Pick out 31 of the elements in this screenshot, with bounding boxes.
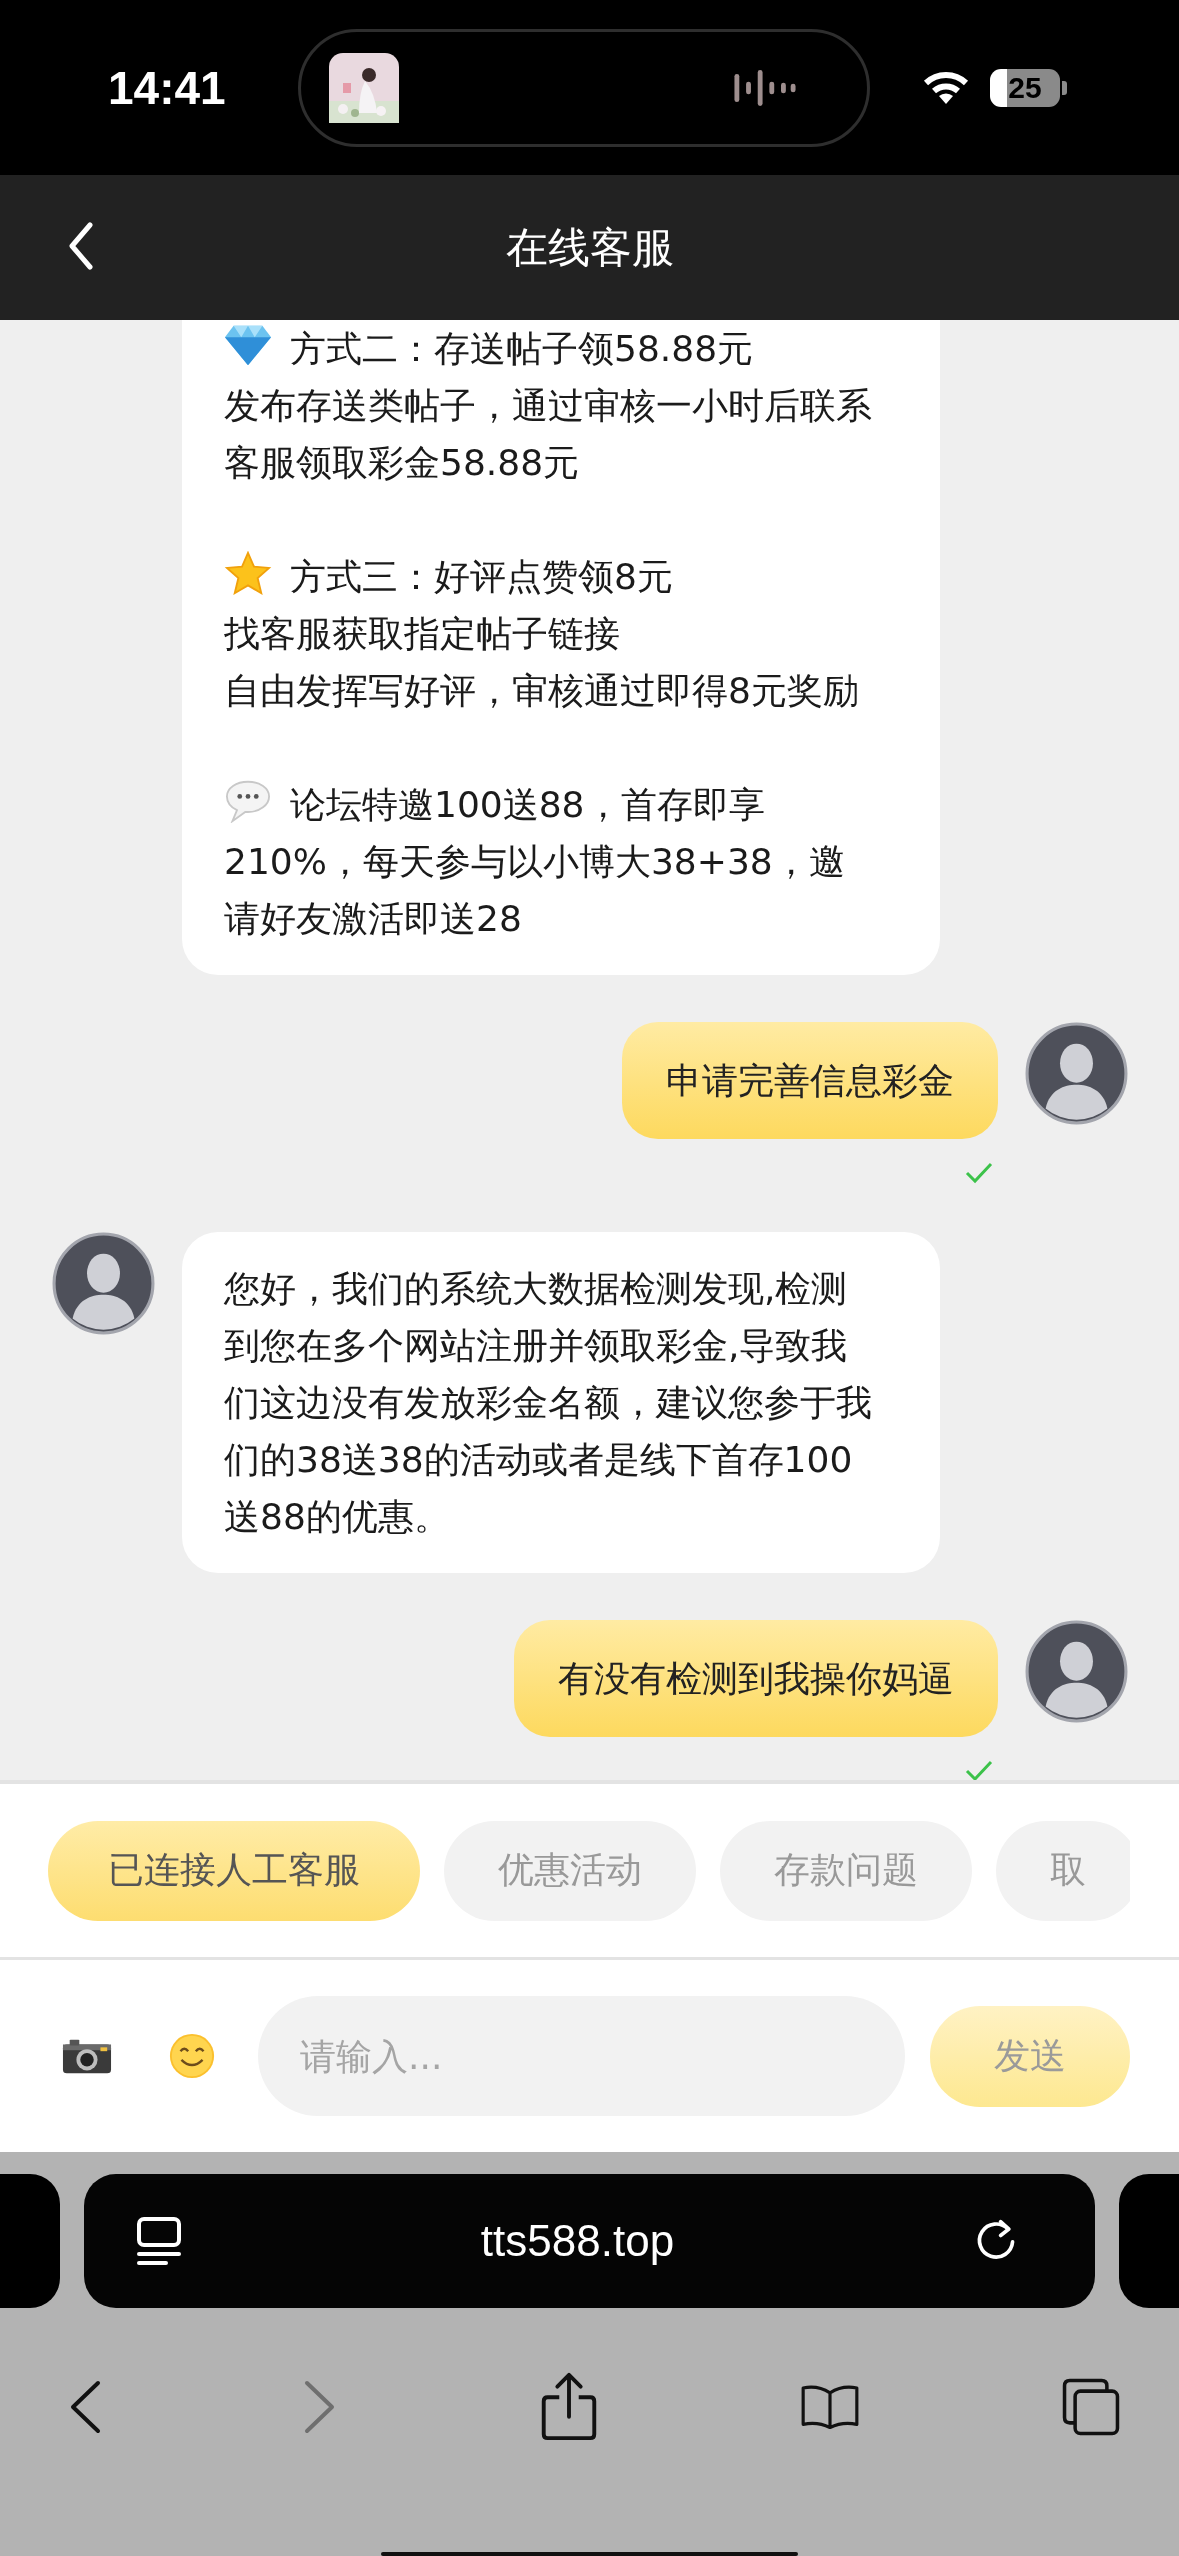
wifi-icon: [922, 69, 970, 106]
back-icon[interactable]: [68, 2379, 102, 2435]
message-text: 自由发挥写好评，审核通过即得8元奖励: [224, 670, 859, 711]
quick-reply-chip[interactable]: 已连接人工客服: [48, 1820, 420, 1921]
message-text: 有没有检测到我操你妈逼: [558, 1658, 954, 1699]
dynamic-island[interactable]: [298, 28, 870, 147]
message-text: 您好，我们的系统大数据检测发现,检测到您在多个网站注册并领取彩金,导致我们这边没有发放彩金名额，建议您参于我们的38送38的活动或者是线下首存100送88的优惠。: [224, 1268, 872, 1537]
waveform-icon: [733, 67, 797, 108]
diamond-icon: [224, 323, 272, 367]
message-text: 方式三：好评点赞领8元: [290, 556, 673, 597]
message-text: 发布存送类帖子，通过审核一小时后联系客服领取彩金58.88元: [224, 385, 872, 483]
message-text: 申请完善信息彩金: [666, 1060, 954, 1101]
tab-preview[interactable]: [1119, 2174, 1179, 2308]
star-icon: [224, 551, 272, 595]
message-input[interactable]: 请输入...: [258, 1996, 905, 2116]
quick-reply-chip[interactable]: 存款问题: [720, 1820, 972, 1921]
page-menu-icon[interactable]: [136, 2216, 182, 2266]
quick-reply-chip[interactable]: 取: [996, 1820, 1130, 1921]
status-time: 14:41: [108, 60, 227, 115]
message-text: 方式二：存送帖子领58.88元: [290, 328, 754, 369]
url-text: tts588.top: [480, 2216, 675, 2266]
smiley-icon[interactable]: [168, 2032, 216, 2080]
page-title: 在线客服: [505, 221, 674, 274]
quick-reply-chip[interactable]: 优惠活动: [444, 1820, 696, 1921]
address-bar[interactable]: tts588.top: [84, 2174, 1095, 2308]
message-text: 找客服获取指定帖子链接: [224, 613, 620, 654]
message-text: 210%，每天参与以小博大38+38，邀请好友激活即送28: [224, 841, 845, 939]
back-icon[interactable]: [66, 221, 96, 271]
speech-bubble-icon: [224, 779, 272, 823]
message-text: 论坛特邀100送88，首存即享: [290, 784, 765, 825]
tab-preview[interactable]: [0, 2174, 60, 2308]
